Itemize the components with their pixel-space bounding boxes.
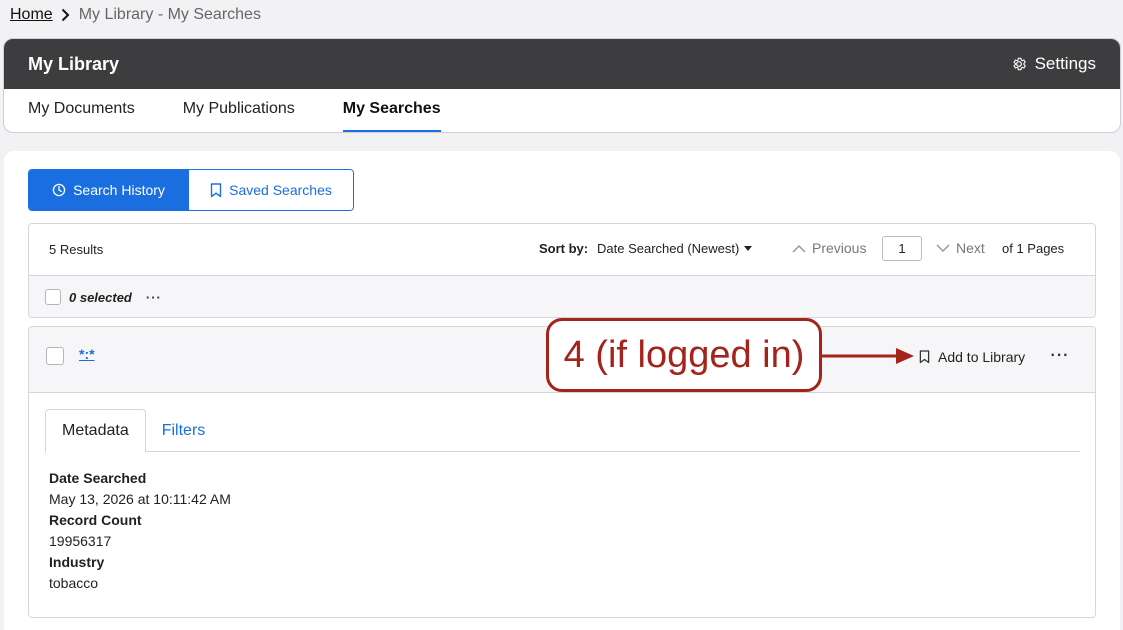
- page-title: My Library: [28, 53, 120, 74]
- bookmark-icon: [210, 182, 222, 198]
- saved-searches-label: Saved Searches: [229, 182, 332, 198]
- search-history-button[interactable]: Search History: [29, 170, 189, 210]
- previous-page-button[interactable]: Previous: [792, 240, 866, 256]
- select-all-checkbox[interactable]: [45, 289, 61, 305]
- selected-count: 0 selected: [69, 289, 132, 305]
- tab-my-documents[interactable]: My Documents: [28, 89, 135, 132]
- results-header-row: 5 Results Sort by: Date Searched (Newest…: [29, 224, 1095, 276]
- settings-label: Settings: [1034, 54, 1096, 73]
- metadata-panel: Date Searched May 13, 2026 at 10:11:42 A…: [49, 468, 231, 594]
- item-checkbox[interactable]: [46, 347, 64, 365]
- breadcrumb: Home My Library - My Searches: [10, 5, 261, 25]
- settings-button[interactable]: Settings: [1011, 54, 1096, 74]
- bookmark-icon: [919, 350, 930, 364]
- annotation-text: 4 (if logged in): [563, 333, 805, 376]
- next-label: Next: [956, 240, 985, 256]
- page-number-input[interactable]: [882, 236, 922, 261]
- next-page-button[interactable]: Next: [936, 240, 985, 256]
- library-tabs: My Documents My Publications My Searches: [4, 89, 1120, 132]
- record-count-label: Record Count: [49, 512, 142, 528]
- chevron-down-icon: [936, 243, 950, 253]
- tab-my-publications[interactable]: My Publications: [183, 89, 295, 132]
- industry-value: tobacco: [49, 575, 99, 591]
- chevron-right-icon: [61, 8, 70, 22]
- tab-my-searches[interactable]: My Searches: [342, 89, 441, 132]
- sort-value: Date Searched (Newest): [597, 241, 740, 256]
- chevron-up-icon: [792, 244, 806, 253]
- date-searched-value: May 13, 2026 at 10:11:42 AM: [49, 491, 231, 507]
- tab-filters[interactable]: Filters: [146, 409, 222, 452]
- results-count: 5 Results: [49, 242, 104, 257]
- caret-down-icon: [744, 246, 753, 251]
- annotation-callout: 4 (if logged in): [546, 318, 822, 392]
- library-header-card: My Library Settings My Documents My Publ…: [3, 38, 1121, 133]
- search-query-link[interactable]: *:*: [79, 346, 95, 362]
- sort-label: Sort by:: [539, 241, 589, 256]
- industry-label: Industry: [49, 554, 105, 570]
- add-to-library-label: Add to Library: [938, 349, 1026, 365]
- breadcrumb-home-link[interactable]: Home: [10, 6, 53, 24]
- date-searched-label: Date Searched: [49, 470, 147, 486]
- page-count: of 1 Pages: [1002, 241, 1065, 256]
- record-count-value: 19956317: [49, 533, 112, 549]
- tab-metadata[interactable]: Metadata: [45, 409, 146, 453]
- add-to-library-button[interactable]: Add to Library: [919, 349, 1025, 365]
- search-history-label: Search History: [73, 182, 165, 198]
- item-detail-tabs: Metadata Filters: [45, 409, 1080, 453]
- clock-icon: [52, 183, 66, 197]
- search-view-toggle: Search History Saved Searches: [28, 169, 354, 211]
- bulk-actions-menu[interactable]: ···: [146, 290, 162, 305]
- sort-dropdown[interactable]: Date Searched (Newest): [597, 241, 753, 256]
- annotation-arrow-icon: [822, 345, 914, 367]
- results-toolbar: 5 Results Sort by: Date Searched (Newest…: [28, 223, 1096, 318]
- header-bar: My Library Settings: [4, 39, 1120, 89]
- gear-icon: [1011, 56, 1027, 72]
- breadcrumb-current: My Library - My Searches: [78, 6, 261, 23]
- item-actions-menu[interactable]: ···: [1045, 341, 1075, 371]
- bulk-select-row: 0 selected ···: [29, 276, 1095, 317]
- previous-label: Previous: [812, 240, 867, 256]
- saved-searches-button[interactable]: Saved Searches: [189, 170, 353, 210]
